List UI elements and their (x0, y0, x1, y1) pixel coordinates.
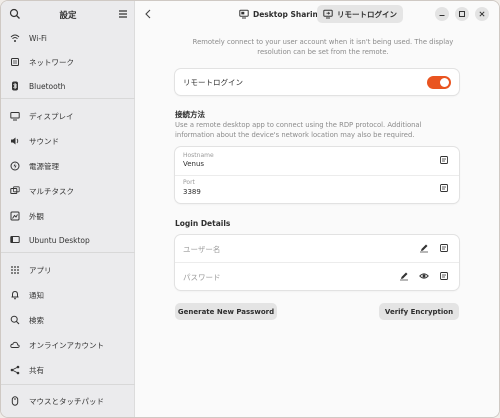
sidebar-item-label: 外観 (29, 211, 44, 221)
password-field[interactable]: パスワード (183, 272, 221, 283)
maximize-button[interactable] (455, 7, 469, 21)
close-icon (479, 11, 485, 17)
sidebar-item-apps[interactable]: アプリ (1, 259, 135, 281)
remote-login-row: リモートログイン (175, 69, 459, 95)
tab-label: Desktop Sharing (253, 9, 324, 19)
settings-window: 設定 Wi-Fi ネットワーク Bluetooth ディスプレイ サウンド 電源… (0, 0, 500, 418)
sidebar-item-network[interactable]: ネットワーク (1, 51, 135, 73)
port-label: Port (183, 179, 195, 186)
connection-description: Use a remote desktop app to connect usin… (175, 121, 422, 139)
main-panel: Desktop Sharing リモートログイン Remotely connec… (135, 1, 499, 417)
intro-text: Remotely connect to your user account wh… (192, 38, 454, 56)
sidebar-title: 設定 (59, 11, 77, 21)
minimize-icon (439, 15, 445, 16)
username-field[interactable]: ユーザー名 (183, 244, 220, 255)
sidebar-item-search[interactable]: 検索 (1, 309, 135, 331)
wifi-icon (10, 34, 20, 42)
bluetooth-icon (12, 81, 18, 91)
sound-icon (11, 137, 19, 145)
sidebar-item-label: 共有 (29, 365, 44, 375)
eye-icon[interactable] (419, 271, 429, 281)
sidebar-item-label: 通知 (29, 290, 44, 300)
sidebar-item-label: オンラインアカウント (29, 340, 104, 350)
appearance-icon (10, 211, 20, 221)
ubuntu-desktop-icon (10, 236, 20, 243)
sidebar-item-label: 電源管理 (29, 161, 59, 171)
sidebar-item-label: Bluetooth (29, 81, 66, 91)
sidebar-item-wifi[interactable]: Wi-Fi (1, 27, 135, 49)
sidebar-item-multitasking[interactable]: マルチタスク (1, 180, 135, 202)
sidebar-item-appearance[interactable]: 外観 (1, 205, 135, 227)
login-card: ユーザー名 パスワード (175, 235, 459, 290)
chevron-left-icon[interactable] (143, 8, 153, 20)
sidebar-divider (1, 98, 135, 99)
connection-title: 接続方法 (175, 110, 205, 119)
remote-login-switch[interactable] (427, 76, 451, 89)
remote-login-icon (323, 9, 333, 19)
sidebar-divider (1, 384, 135, 385)
sidebar-item-label: サウンド (29, 136, 59, 146)
sidebar-item-power[interactable]: 電源管理 (1, 155, 135, 177)
cloud-icon (10, 341, 20, 348)
hostname-value: Venus (183, 160, 205, 168)
copy-icon[interactable] (439, 155, 449, 165)
sidebar-item-sound[interactable]: サウンド (1, 130, 135, 152)
hamburger-menu-icon[interactable] (117, 8, 129, 20)
sidebar-item-label: ネットワーク (29, 57, 74, 67)
row-divider (175, 262, 459, 263)
sidebar-header: 設定 (1, 1, 135, 27)
row-divider (175, 175, 459, 176)
sidebar-item-label: 検索 (29, 315, 44, 325)
multitasking-icon (10, 186, 20, 194)
sidebar-item-sharing[interactable]: 共有 (1, 359, 135, 381)
switch-knob (440, 78, 449, 87)
tab-label: リモートログイン (337, 9, 397, 19)
sidebar-item-label: マウスとタッチパッド (29, 396, 104, 406)
bell-icon (11, 290, 19, 300)
sidebar: 設定 Wi-Fi ネットワーク Bluetooth ディスプレイ サウンド 電源… (1, 1, 135, 417)
edit-pencil-icon[interactable] (419, 243, 429, 253)
search-icon (10, 315, 20, 325)
tab-desktop-sharing[interactable]: Desktop Sharing (233, 5, 329, 23)
sidebar-item-notifications[interactable]: 通知 (1, 284, 135, 306)
apps-icon (11, 266, 19, 274)
sidebar-item-label: マルチタスク (29, 186, 74, 196)
verify-encryption-button[interactable]: Verify Encryption (379, 303, 459, 320)
sidebar-item-mouse-touchpad[interactable]: マウスとタッチパッド (1, 390, 135, 412)
remote-login-label: リモートログイン (183, 78, 243, 87)
sidebar-divider (1, 252, 135, 253)
connection-card: Hostname Venus Port 3389 (175, 147, 459, 203)
sidebar-item-label: Ubuntu Desktop (29, 235, 90, 245)
minimize-button[interactable] (435, 7, 449, 21)
copy-icon[interactable] (439, 271, 449, 281)
tab-remote-login[interactable]: リモートログイン (317, 5, 403, 23)
generate-password-button[interactable]: Generate New Password (175, 303, 277, 320)
share-icon (10, 365, 20, 375)
display-icon (10, 112, 20, 121)
hostname-label: Hostname (183, 152, 214, 159)
copy-icon[interactable] (439, 243, 449, 253)
sidebar-item-label: アプリ (29, 265, 52, 275)
power-icon (10, 161, 20, 171)
maximize-icon (459, 11, 465, 17)
edit-pencil-icon[interactable] (399, 271, 409, 281)
sidebar-item-label: ディスプレイ (29, 111, 74, 121)
port-value: 3389 (183, 188, 201, 196)
copy-icon[interactable] (439, 183, 449, 193)
sidebar-item-label: Wi-Fi (29, 33, 47, 43)
mouse-icon (11, 396, 19, 406)
sidebar-item-display[interactable]: ディスプレイ (1, 105, 135, 127)
close-button[interactable] (475, 7, 489, 21)
login-details-title: Login Details (175, 219, 231, 228)
sidebar-item-bluetooth[interactable]: Bluetooth (1, 75, 135, 97)
desktop-sharing-icon (239, 9, 249, 19)
sidebar-item-ubuntu-desktop[interactable]: Ubuntu Desktop (1, 229, 135, 251)
network-icon (11, 58, 19, 66)
sidebar-item-online-accounts[interactable]: オンラインアカウント (1, 334, 135, 356)
